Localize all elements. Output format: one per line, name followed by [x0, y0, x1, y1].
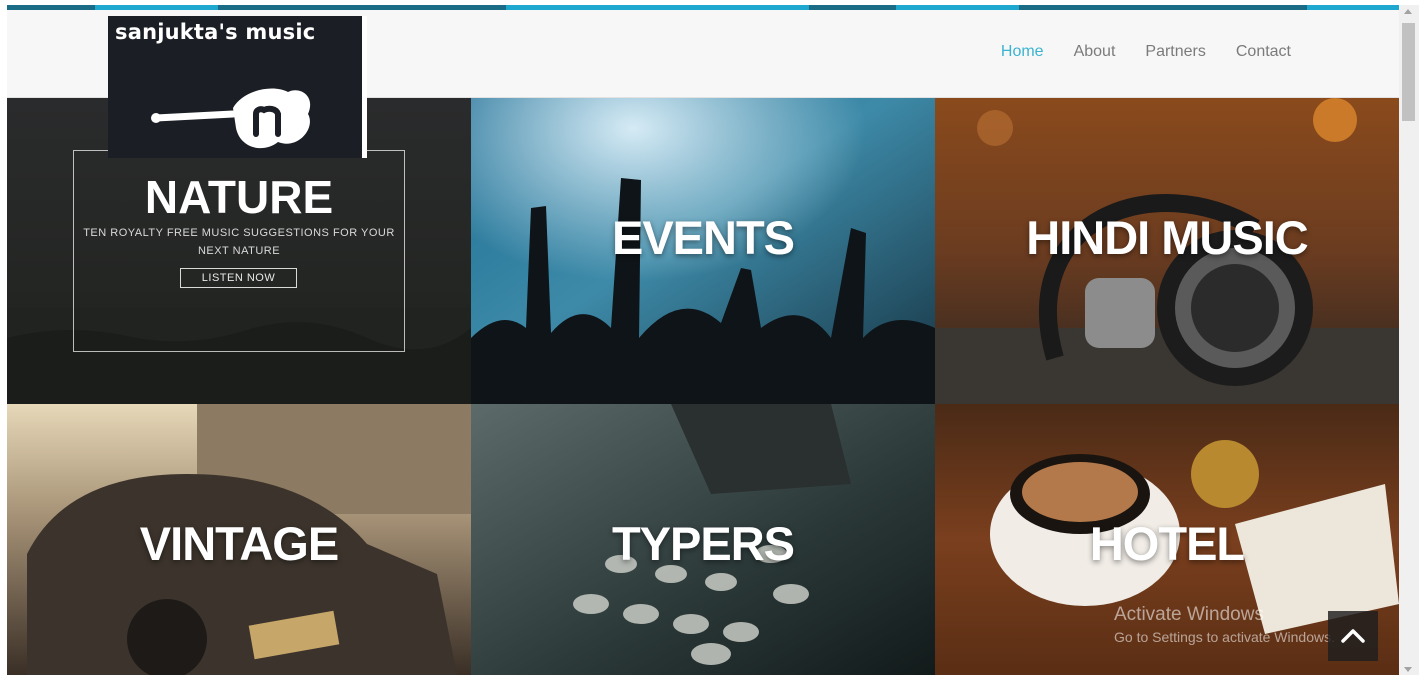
tile-title: VINTAGE — [139, 517, 339, 570]
logo-edge — [362, 16, 367, 158]
chevron-up-icon — [1341, 629, 1365, 643]
tile-hindi-music[interactable]: HINDI MUSIC — [935, 98, 1399, 404]
page: Home About Partners Contact sanjukta's m… — [0, 0, 1419, 675]
tile-title: EVENTS — [611, 211, 795, 264]
tile-title: HOTEL — [1089, 517, 1245, 570]
watermark-subtitle: Go to Settings to activate Windows. — [1114, 629, 1335, 645]
guitar-n-icon — [151, 88, 311, 149]
tile-title: TYPERS — [611, 517, 795, 570]
back-to-top-button[interactable] — [1328, 611, 1378, 661]
brand-name: sanjukta's music — [115, 20, 316, 44]
nav-partners-link[interactable]: Partners — [1145, 43, 1205, 61]
tile-vintage[interactable]: VINTAGE — [7, 404, 471, 675]
listen-now-button[interactable]: LISTEN NOW — [180, 268, 297, 288]
watermark-title: Activate Windows — [1114, 604, 1264, 625]
tile-typers[interactable]: TYPERS — [471, 404, 935, 675]
nav-contact-link[interactable]: Contact — [1236, 43, 1291, 61]
tile-subtitle: TEN ROYALTY FREE MUSIC SUGGESTIONS FOR Y… — [83, 227, 395, 257]
site-logo[interactable]: sanjukta's music — [108, 16, 362, 158]
nav-home-link[interactable]: Home — [1001, 43, 1044, 61]
scrollbar-thumb[interactable] — [1402, 23, 1415, 121]
tile-title: NATURE — [144, 171, 334, 223]
nav-about-link[interactable]: About — [1074, 43, 1116, 61]
tile-events[interactable]: EVENTS — [471, 98, 935, 404]
activate-windows-watermark: Activate Windows Go to Settings to activ… — [1114, 604, 1335, 645]
scroll-down-arrow-icon[interactable] — [1404, 667, 1412, 672]
main-nav: Home About Partners Contact — [1001, 43, 1291, 61]
tile-title: HINDI MUSIC — [1026, 211, 1308, 264]
category-grid: NATURE TEN ROYALTY FREE MUSIC SUGGESTION… — [7, 98, 1399, 675]
scroll-up-arrow-icon[interactable] — [1404, 9, 1412, 14]
vertical-scrollbar[interactable] — [1399, 5, 1419, 675]
